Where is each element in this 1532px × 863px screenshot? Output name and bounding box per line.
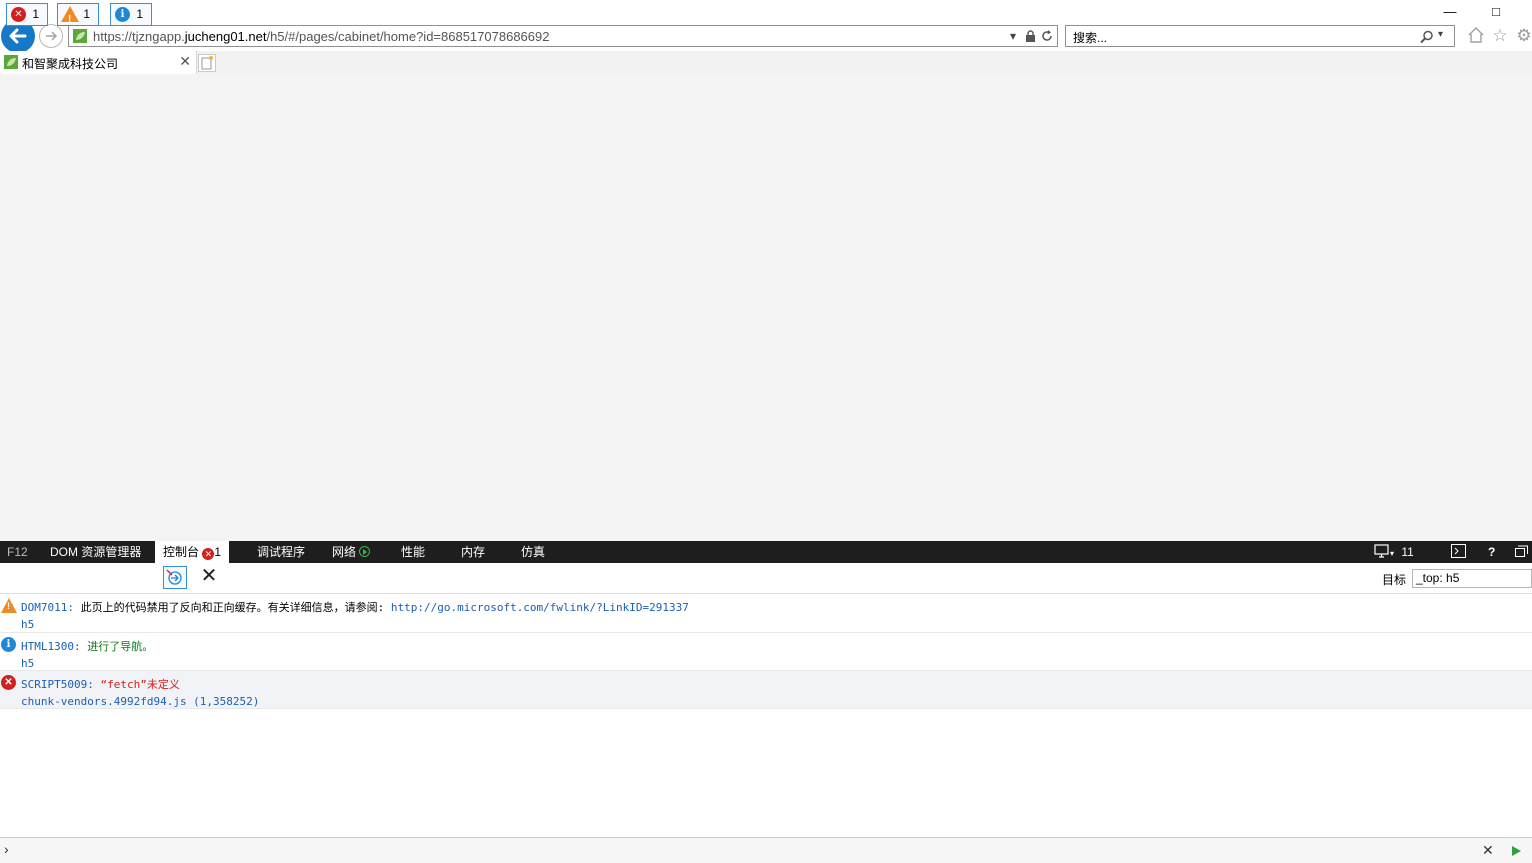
- forward-icon: [46, 31, 58, 41]
- new-tab-button[interactable]: [198, 54, 216, 72]
- filter-warnings-button[interactable]: ! 1: [57, 3, 99, 26]
- document-mode-value: 11: [1401, 545, 1414, 559]
- search-box[interactable]: 搜索... ▾: [1065, 25, 1455, 47]
- tab-emulation[interactable]: 仿真: [521, 541, 545, 563]
- tab-network[interactable]: 网络: [332, 541, 371, 563]
- message-text: “fetch”未定义: [100, 678, 180, 691]
- info-count: 1: [136, 7, 143, 21]
- tab-console[interactable]: 控制台 ✕ 1: [155, 541, 230, 563]
- message-link[interactable]: http://go.microsoft.com/fwlink/?LinkID=2…: [391, 601, 689, 614]
- clear-console-icon[interactable]: ✕: [199, 565, 219, 587]
- search-icon[interactable]: [1420, 30, 1434, 44]
- warning-icon: [1, 598, 17, 613]
- devtools-tabbar: F12 DOM 资源管理器 控制台 ✕ 1 调试程序 网络 性能 内存 仿真 ▾ …: [0, 541, 1532, 563]
- help-icon[interactable]: ?: [1488, 541, 1495, 563]
- forward-button[interactable]: [39, 24, 63, 48]
- tab-performance[interactable]: 性能: [401, 541, 425, 563]
- browser-tab-active[interactable]: 和智聚成科技公司 ✕: [0, 51, 197, 74]
- message-code: SCRIPT5009:: [21, 678, 94, 691]
- tab-strip: [0, 51, 1532, 75]
- error-badge-icon: ✕: [202, 548, 215, 560]
- warning-mark: !: [68, 14, 72, 25]
- tab-network-label: 网络: [332, 545, 357, 559]
- filter-errors-button[interactable]: ✕ 1: [6, 3, 48, 26]
- info-icon: i: [1, 637, 16, 652]
- url-scheme: https://tjzngapp.: [93, 29, 185, 44]
- tab-close-icon[interactable]: ✕: [179, 53, 191, 70]
- console-error-count: 1: [214, 545, 222, 559]
- undock-icon[interactable]: [1515, 541, 1528, 563]
- lock-icon[interactable]: [1025, 30, 1036, 42]
- run-script-icon[interactable]: [1512, 846, 1521, 856]
- message-code: HTML1300:: [21, 640, 81, 653]
- clear-input-icon[interactable]: ✕: [1482, 842, 1494, 859]
- error-icon: ✕: [1, 675, 16, 690]
- new-tab-icon: [201, 56, 213, 70]
- filter-info-button[interactable]: i 1: [110, 3, 152, 26]
- message-source-link[interactable]: h5: [21, 618, 34, 631]
- minimize-icon[interactable]: —: [1440, 2, 1460, 22]
- message-source-link[interactable]: h5: [21, 657, 34, 670]
- url-host: jucheng01.net: [184, 29, 267, 44]
- errors-count: 1: [32, 7, 39, 21]
- monitor-icon: [1374, 544, 1389, 558]
- network-record-icon: [359, 546, 371, 557]
- url-text: https://tjzngapp.jucheng01.net/h5/#/page…: [93, 29, 549, 44]
- console-input[interactable]: [0, 837, 1532, 863]
- error-icon: ✕: [11, 7, 26, 22]
- console-toggle-icon[interactable]: [1451, 541, 1466, 563]
- f12-label: F12: [7, 545, 28, 559]
- console-message-info[interactable]: i HTML1300: 进行了导航。 h5: [0, 633, 1532, 671]
- console-toolbar: [0, 563, 1532, 594]
- tab-console-label: 控制台: [163, 545, 200, 559]
- tab-memory[interactable]: 内存: [461, 541, 485, 563]
- clear-on-navigate-icon: [166, 569, 182, 585]
- warnings-count: 1: [83, 7, 90, 21]
- message-text: 进行了导航。: [87, 640, 154, 653]
- tab-dom-explorer[interactable]: DOM 资源管理器: [50, 541, 141, 563]
- refresh-icon[interactable]: [1041, 30, 1053, 42]
- search-placeholder: 搜索...: [1073, 31, 1108, 45]
- clear-on-navigate-button[interactable]: [163, 566, 187, 589]
- dropdown-arrow-icon[interactable]: ▾: [1010, 29, 1016, 43]
- page-viewport[interactable]: [0, 74, 1532, 541]
- address-bar[interactable]: https://tjzngapp.jucheng01.net/h5/#/page…: [68, 25, 1058, 47]
- settings-gear-icon[interactable]: ⚙: [1514, 26, 1532, 46]
- target-select[interactable]: _top: h5: [1412, 569, 1532, 588]
- info-icon: i: [115, 7, 130, 22]
- tab-favicon: [4, 55, 18, 69]
- message-code: DOM7011:: [21, 601, 74, 614]
- tab-title: 和智聚成科技公司: [22, 57, 119, 71]
- message-source-link[interactable]: chunk-vendors.4992fd94.js (1,358252): [21, 695, 259, 708]
- message-line: SCRIPT5009: “fetch”未定义: [21, 676, 180, 692]
- console-prompt-icon: ›: [4, 841, 9, 857]
- console-message-warning[interactable]: DOM7011: 此页上的代码禁用了反向和正向缓存。有关详细信息，请参阅: ht…: [0, 594, 1532, 633]
- home-icon[interactable]: [1466, 26, 1486, 46]
- console-message-error[interactable]: ✕ SCRIPT5009: “fetch”未定义 chunk-vendors.4…: [0, 671, 1532, 709]
- document-mode-selector[interactable]: ▾ 11: [1374, 541, 1414, 563]
- site-favicon: [73, 29, 87, 43]
- url-path: /h5/#/pages/cabinet/home?id=868517078686…: [266, 29, 550, 44]
- favorites-star-icon[interactable]: ☆: [1490, 26, 1510, 46]
- message-text: 此页上的代码禁用了反向和正向缓存。有关详细信息，请参阅:: [80, 601, 385, 614]
- search-dropdown-icon[interactable]: ▾: [1438, 29, 1443, 40]
- message-line: HTML1300: 进行了导航。: [21, 638, 153, 654]
- target-label: 目标: [1382, 573, 1407, 587]
- message-line: DOM7011: 此页上的代码禁用了反向和正向缓存。有关详细信息，请参阅: ht…: [21, 599, 689, 615]
- maximize-icon[interactable]: □: [1486, 2, 1506, 22]
- tab-debugger[interactable]: 调试程序: [257, 541, 305, 563]
